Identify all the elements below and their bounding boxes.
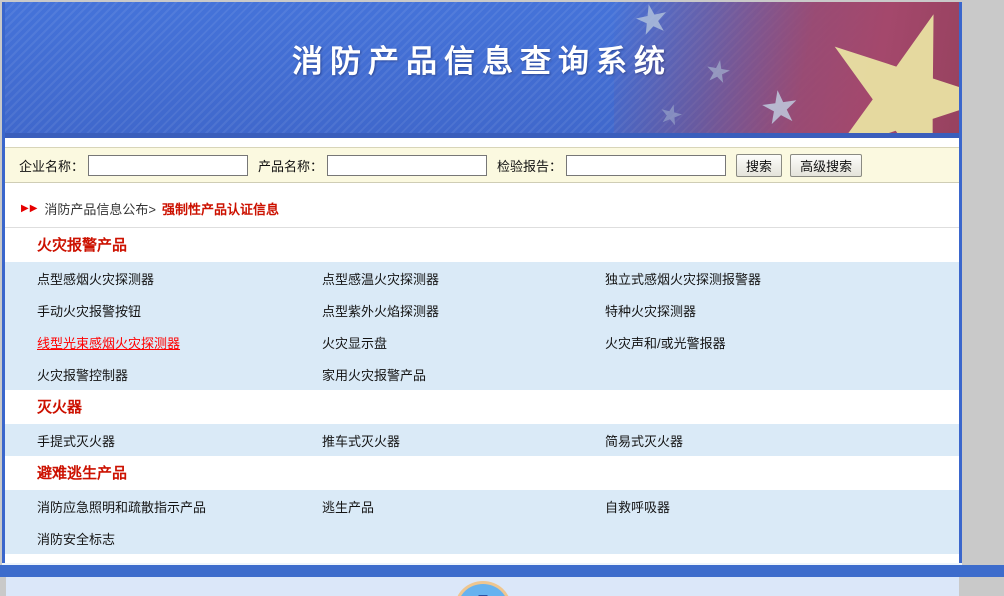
advanced-search-button[interactable]: 高级搜索 (790, 154, 862, 177)
product-link[interactable]: 火灾显示盘 (322, 333, 605, 352)
product-name-label: 产品名称： (258, 156, 323, 175)
company-name-field: 企业名称： (19, 155, 258, 176)
product-link[interactable]: 推车式灭火器 (322, 431, 605, 450)
section-title: 火灾报警产品 (5, 228, 959, 262)
breadcrumb-arrows-icon: ▶▶ (21, 203, 38, 214)
spacer (5, 138, 959, 147)
product-link[interactable]: 火灾声和/或光警报器 (605, 333, 959, 352)
product-link[interactable]: 消防应急照明和疏散指示产品 (37, 497, 322, 516)
section-title: 灭火器 (5, 390, 959, 424)
product-link[interactable]: 逃生产品 (322, 497, 605, 516)
search-bar: 企业名称： 产品名称： 检验报告： 搜索 高级搜索 (5, 147, 959, 183)
product-link[interactable]: 简易式灭火器 (605, 431, 959, 450)
product-name-input[interactable] (327, 155, 487, 176)
category-sections: 火灾报警产品 点型感烟火灾探测器点型感温火灾探测器独立式感烟火灾探测报警器手动火… (5, 228, 959, 563)
company-name-label: 企业名称： (19, 156, 84, 175)
product-link[interactable]: 点型感烟火灾探测器 (37, 269, 322, 288)
content-frame: 消防产品信息查询系统 企业名称： 产品名称： 检验报告： 搜索 高级搜索 ▶▶ … (2, 2, 962, 563)
product-link[interactable]: 线型光束感烟火灾探测器 (37, 333, 322, 352)
flag-small-star-icon (760, 88, 801, 129)
category-section: 灭火器 手提式灭火器推车式灭火器简易式灭火器 (5, 390, 959, 456)
section-items: 点型感烟火灾探测器点型感温火灾探测器独立式感烟火灾探测报警器手动火灾报警按钮点型… (5, 262, 959, 390)
breadcrumb-root-link[interactable]: 消防产品信息公布> (44, 199, 156, 218)
footer (6, 577, 959, 596)
breadcrumb-current: 强制性产品认证信息 (162, 199, 279, 218)
security-badge-icon (455, 581, 511, 596)
section-title: 避难逃生产品 (5, 456, 959, 490)
product-link[interactable]: 特种火灾探测器 (605, 301, 959, 320)
company-name-input[interactable] (88, 155, 248, 176)
footer-divider (0, 565, 1004, 577)
product-link[interactable]: 手提式灭火器 (37, 431, 322, 450)
category-section: 避难逃生产品 消防应急照明和疏散指示产品逃生产品自救呼吸器消防安全标志 (5, 456, 959, 554)
section-items: 消防应急照明和疏散指示产品逃生产品自救呼吸器消防安全标志 (5, 490, 959, 554)
banner: 消防产品信息查询系统 (5, 2, 959, 133)
inspection-report-label: 检验报告： (497, 156, 562, 175)
inspection-report-field: 检验报告： (497, 155, 736, 176)
section-items: 手提式灭火器推车式灭火器简易式灭火器 (5, 424, 959, 456)
product-link[interactable]: 家用火灾报警产品 (322, 365, 605, 384)
breadcrumb: ▶▶ 消防产品信息公布> 强制性产品认证信息 (5, 190, 959, 228)
product-link[interactable]: 火灾报警控制器 (37, 365, 322, 384)
flag-small-star-icon (658, 102, 685, 129)
page: 消防产品信息查询系统 企业名称： 产品名称： 检验报告： 搜索 高级搜索 ▶▶ … (0, 0, 1004, 596)
product-name-field: 产品名称： (258, 155, 497, 176)
product-link[interactable]: 手动火灾报警按钮 (37, 301, 322, 320)
product-link[interactable]: 消防安全标志 (37, 529, 322, 548)
category-section: 火灾报警产品 点型感烟火灾探测器点型感温火灾探测器独立式感烟火灾探测报警器手动火… (5, 228, 959, 390)
product-link[interactable]: 自救呼吸器 (605, 497, 959, 516)
product-link[interactable]: 点型紫外火焰探测器 (322, 301, 605, 320)
product-link[interactable]: 独立式感烟火灾探测报警器 (605, 269, 959, 288)
spacer (5, 183, 959, 190)
inspection-report-input[interactable] (566, 155, 726, 176)
product-link[interactable]: 点型感温火灾探测器 (322, 269, 605, 288)
page-title: 消防产品信息查询系统 (5, 2, 959, 81)
search-button[interactable]: 搜索 (736, 154, 782, 177)
